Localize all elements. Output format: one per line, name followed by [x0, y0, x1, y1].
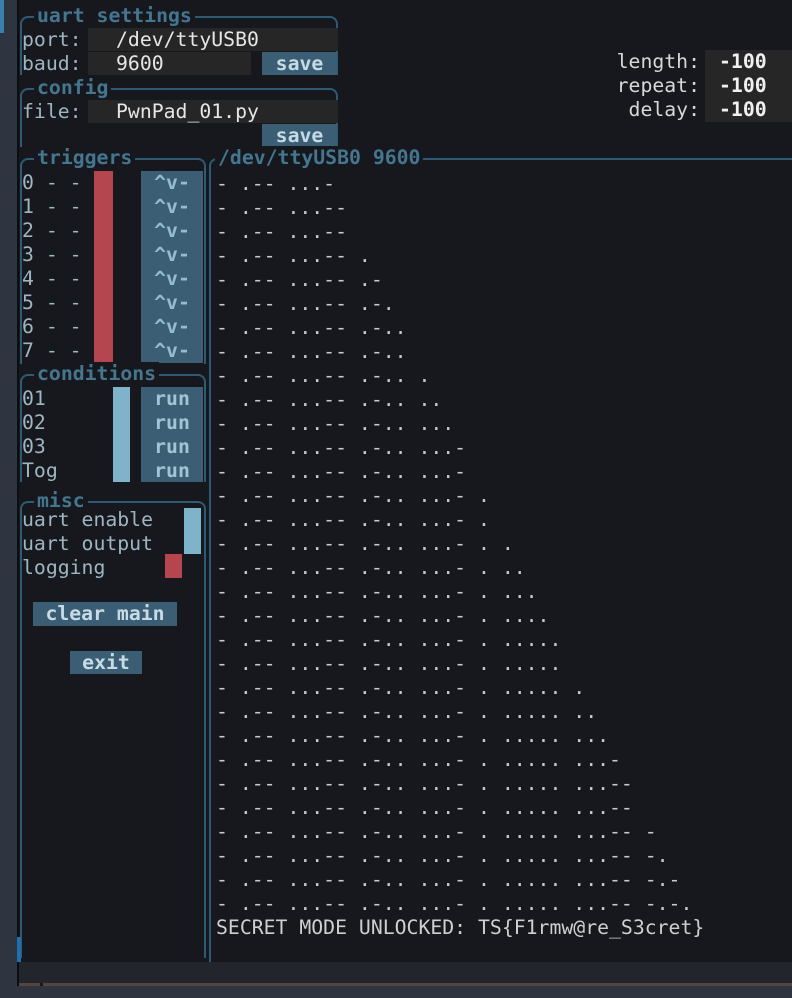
baud-label: baud:	[22, 52, 82, 76]
baud-field[interactable]: 9600	[88, 52, 251, 75]
terminal-output-line: - .-- ...-- .-.. ...- . ..... ...-- -.-	[216, 868, 692, 892]
terminal-output-line: - .-- ...-- .-.. ...- . .....	[216, 628, 692, 652]
condition-row-label: Tog	[22, 459, 58, 483]
condition-run-button[interactable]: run	[141, 387, 203, 411]
repeat-field[interactable]: -100	[705, 74, 792, 98]
trigger-row-label: 3 - -	[22, 243, 82, 267]
trigger-updown-column: ^v-^v-^v-^v-^v-^v-^v-^v-	[141, 171, 203, 363]
uart-settings-title: uart settings	[34, 4, 195, 28]
terminal-output-line: - .-- ...-- .-	[216, 268, 692, 292]
terminal-output-line: - .-- ...-- .	[216, 244, 692, 268]
trigger-updown-button[interactable]: ^v-	[141, 315, 203, 339]
misc-item-label: uart output	[22, 532, 153, 556]
terminal-output-line: - .-- ...-- .-.. ...- . ..	[216, 556, 692, 580]
length-field[interactable]: -100	[705, 50, 792, 74]
repeat-label: repeat:	[560, 74, 700, 98]
trigger-row-label: 2 - -	[22, 219, 82, 243]
misc-item-label: logging	[22, 556, 153, 580]
terminal-output-line: - .-- ...-- .-.	[216, 292, 692, 316]
terminal-title: /dev/ttyUSB0 9600	[215, 146, 423, 170]
misc-item-labels: uart enableuart outputlogging	[22, 508, 153, 580]
clear-main-button[interactable]: clear main	[33, 602, 177, 626]
uart-save-button[interactable]: save	[262, 52, 337, 75]
trigger-row-label: 4 - -	[22, 267, 82, 291]
bottom-strip	[19, 962, 792, 983]
terminal-output-line: - .-- ...-- .-.. ...- . ..... ...-- -.-.	[216, 892, 692, 916]
terminal-output-line: - .-- ...-- .-.. ...- . ..... .	[216, 676, 692, 700]
delay-field[interactable]: -100	[705, 98, 792, 122]
trigger-updown-button[interactable]: ^v-	[141, 171, 203, 195]
terminal-output-line: - .-- ...-- .-.. ...- .	[216, 508, 692, 532]
terminal-output-line: - .-- ...-- .-.. ...- . ..... ...-- -.	[216, 844, 692, 868]
condition-row-labels: 010203Tog	[22, 387, 58, 483]
terminal-output-line: - .-- ...-- .-.. ...- . .....	[216, 652, 692, 676]
condition-row-label: 03	[22, 435, 58, 459]
gutter-divider	[17, 0, 19, 998]
terminal-output-line: - .-- ...-- .-..	[216, 340, 692, 364]
triggers-title: triggers	[34, 146, 135, 170]
condition-run-button[interactable]: run	[141, 411, 203, 435]
condition-state-column[interactable]	[113, 387, 130, 482]
terminal-output-line: - .-- ...-- .-.. ...- . ..... ...--	[216, 772, 692, 796]
config-save-button[interactable]: save	[262, 124, 337, 147]
uart-enable-output-toggle[interactable]	[184, 508, 201, 554]
terminal-output-line: - .-- ...-- .-.. ...	[216, 412, 692, 436]
terminal-output-line: - .-- ...-- .-.. ...- . ..... ...	[216, 724, 692, 748]
trigger-updown-button[interactable]: ^v-	[141, 291, 203, 315]
condition-run-column: runrunrunrun	[141, 387, 203, 482]
terminal-output: - .-- ...-- .-- ...--- .-- ...-- - .-- .…	[216, 172, 692, 916]
logging-toggle[interactable]	[165, 554, 182, 578]
trigger-row-label: 1 - -	[22, 195, 82, 219]
terminal-output-line: - .-- ...-- .-.. ..	[216, 388, 692, 412]
terminal-output-line: - .-- ...-	[216, 172, 692, 196]
app-window: uart settings port: /dev/ttyUSB0 baud: 9…	[0, 0, 792, 998]
terminal-output-line: - .-- ...-- .-.. ...- . ...	[216, 580, 692, 604]
condition-run-button[interactable]: run	[141, 459, 203, 483]
terminal-output-line: - .-- ...-- .-.. ...-	[216, 436, 692, 460]
trigger-row-labels: 0 - -1 - -2 - -3 - -4 - -5 - -6 - -7 - -	[22, 171, 82, 363]
trigger-updown-button[interactable]: ^v-	[141, 195, 203, 219]
trigger-row-label: 0 - -	[22, 171, 82, 195]
top-scroll-indicator[interactable]	[0, 0, 4, 33]
secret-message: SECRET MODE UNLOCKED: TS{F1rmw@re_S3cret…	[216, 916, 704, 940]
port-label: port:	[22, 28, 82, 52]
terminal-output-line: - .-- ...-- .-.. ...- . ..... ..	[216, 700, 692, 724]
trigger-updown-button[interactable]: ^v-	[141, 267, 203, 291]
terminal-output-line: - .-- ...-- .-.. ...- . ....	[216, 604, 692, 628]
length-label: length:	[560, 50, 700, 74]
terminal-output-line: - .-- ...-- .-.. ...- .	[216, 484, 692, 508]
terminal-output-line: - .-- ...-- .-.. ...- . ..... ...--	[216, 796, 692, 820]
delay-label: delay:	[560, 98, 700, 122]
bottom-scroll-indicator[interactable]	[17, 937, 21, 962]
terminal-output-line: - .-- ...-- .-.. ...-	[216, 460, 692, 484]
terminal-output-line: - .-- ...--	[216, 220, 692, 244]
bottom-bar	[0, 986, 792, 998]
condition-row-label: 01	[22, 387, 58, 411]
condition-run-button[interactable]: run	[141, 435, 203, 459]
trigger-row-label: 6 - -	[22, 315, 82, 339]
exit-button[interactable]: exit	[70, 651, 142, 674]
trigger-state-column[interactable]	[94, 171, 113, 363]
config-title: config	[34, 76, 111, 100]
condition-row-label: 02	[22, 411, 58, 435]
conditions-title: conditions	[34, 362, 159, 386]
trigger-row-label: 5 - -	[22, 291, 82, 315]
terminal-output-line: - .-- ...--	[216, 196, 692, 220]
terminal-output-line: - .-- ...-- .-..	[216, 316, 692, 340]
left-gutter	[0, 0, 17, 998]
terminal-output-line: - .-- ...-- .-.. ...- . ..... ...-	[216, 748, 692, 772]
terminal-output-line: - .-- ...-- .-.. .	[216, 364, 692, 388]
trigger-updown-button[interactable]: ^v-	[141, 243, 203, 267]
port-field[interactable]: /dev/ttyUSB0	[88, 28, 338, 51]
trigger-row-label: 7 - -	[22, 339, 82, 363]
file-label: file:	[22, 100, 82, 124]
terminal-output-line: - .-- ...-- .-.. ...- . .	[216, 532, 692, 556]
trigger-updown-button[interactable]: ^v-	[141, 219, 203, 243]
trigger-updown-button[interactable]: ^v-	[141, 339, 203, 363]
file-field[interactable]: PwnPad_01.py	[88, 100, 338, 123]
misc-title: misc	[34, 489, 88, 513]
terminal-output-line: - .-- ...-- .-.. ...- . ..... ...-- -	[216, 820, 692, 844]
